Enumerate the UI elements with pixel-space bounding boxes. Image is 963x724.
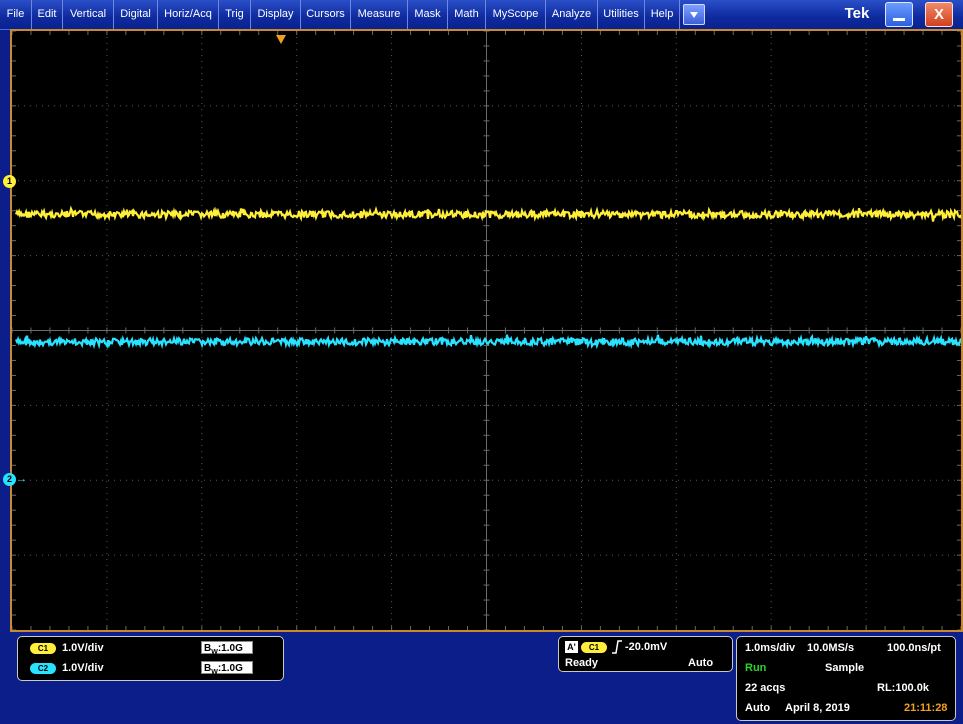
trigger-mode: Auto (688, 657, 714, 669)
menu-help[interactable]: Help (645, 0, 680, 29)
ch2-bandwidth[interactable]: BW:1.0G (201, 661, 253, 676)
graticule (12, 31, 961, 630)
menu-trig[interactable]: Trig (219, 0, 251, 29)
waveform-c2[interactable] (14, 333, 961, 350)
ch1-badge[interactable]: C1 (30, 643, 56, 654)
ch1-scale[interactable]: 1.0V/div (62, 642, 104, 654)
run-state: Run (745, 662, 767, 674)
sample-rate: 10.0MS/s (807, 642, 855, 654)
horizontal-scale: 1.0ms/div (745, 642, 796, 654)
trigger-level: -20.0mV (625, 641, 668, 653)
trigger-a-badge: A' (565, 641, 578, 653)
menu-digital[interactable]: Digital (114, 0, 158, 29)
menu-horiz-acq[interactable]: Horiz/Acq (158, 0, 219, 29)
ch2-offscreen-arrow-icon: → (16, 473, 27, 485)
ch2-ground-marker[interactable]: 2 (3, 473, 16, 486)
rising-edge-icon (612, 640, 622, 654)
minimize-icon (893, 18, 905, 21)
minimize-button[interactable] (885, 2, 913, 27)
menu-utilities[interactable]: Utilities (598, 0, 645, 29)
ch1-bandwidth[interactable]: BW:1.0G (201, 641, 253, 656)
menu-display[interactable]: Display (251, 0, 301, 29)
menu-analyze[interactable]: Analyze (546, 0, 598, 29)
trigger-panel[interactable]: A' C1 -20.0mV Ready Auto (558, 636, 733, 672)
menu-mask[interactable]: Mask (408, 0, 448, 29)
ch2-badge[interactable]: C2 (30, 663, 56, 674)
menu-myscope[interactable]: MyScope (486, 0, 546, 29)
menu-edit[interactable]: Edit (32, 0, 63, 29)
trigger-run-mode: Auto (745, 702, 771, 714)
time-resolution: 100.0ns/pt (887, 642, 941, 654)
menu-cursors[interactable]: Cursors (301, 0, 351, 29)
trigger-state: Ready (565, 657, 599, 669)
tek-logo: Tek (844, 5, 870, 22)
acquisition-mode: Sample (825, 662, 865, 674)
chevron-down-icon[interactable] (683, 4, 705, 25)
acquisition-time: 21:11:28 (904, 702, 948, 714)
channel-settings-panel[interactable]: C1 1.0V/div BW:1.0G C2 1.0V/div BW:1.0G (17, 636, 284, 681)
ch2-scale[interactable]: 1.0V/div (62, 662, 104, 674)
menu-bar: File Edit Vertical Digital Horiz/Acq Tri… (0, 0, 963, 30)
menu-vertical[interactable]: Vertical (63, 0, 114, 29)
menu-file[interactable]: File (0, 0, 32, 29)
trigger-source-badge: C1 (581, 642, 607, 653)
waveform-display[interactable] (10, 29, 963, 632)
trigger-position-icon[interactable] (276, 31, 286, 49)
horizontal-acquisition-panel[interactable]: 1.0ms/div 10.0MS/s 100.0ns/pt Run Sample… (736, 636, 956, 721)
acquisition-date: April 8, 2019 (785, 702, 850, 714)
close-button[interactable]: X (925, 2, 953, 27)
menu-measure[interactable]: Measure (351, 0, 408, 29)
record-length: RL:100.0k (877, 682, 929, 694)
menu-math[interactable]: Math (448, 0, 486, 29)
ch1-ground-marker[interactable]: 1 (3, 175, 16, 188)
acquisition-count: 22 acqs (745, 682, 786, 694)
